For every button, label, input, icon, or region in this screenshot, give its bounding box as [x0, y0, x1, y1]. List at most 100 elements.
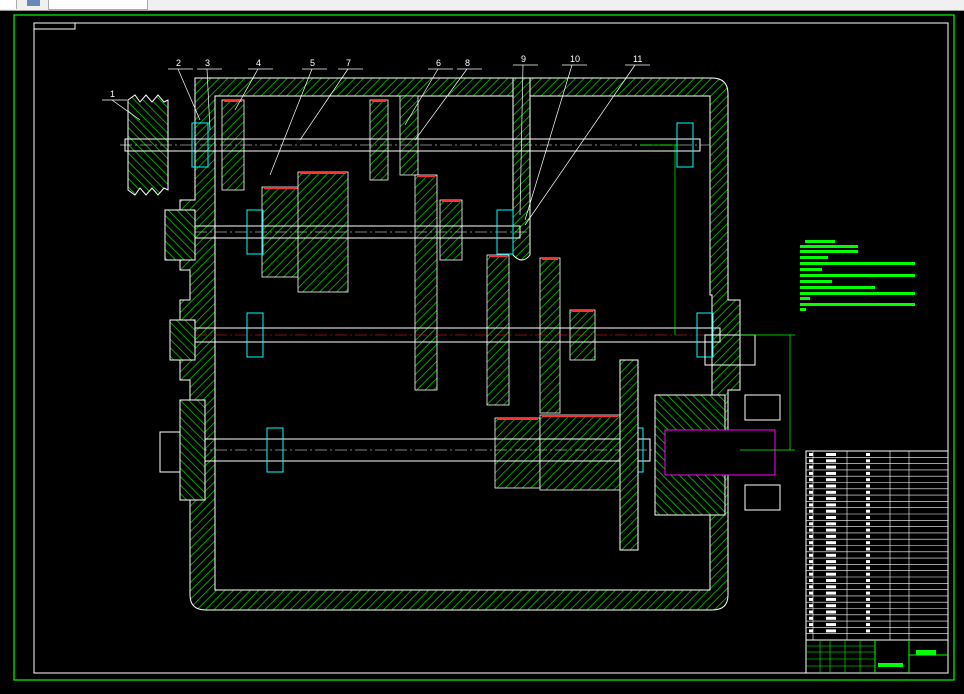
part-number-label: 2	[176, 58, 181, 68]
row-name	[826, 465, 836, 469]
row-number	[809, 610, 813, 614]
note-line	[800, 262, 915, 265]
part-number-label: 7	[346, 58, 351, 68]
row-qty	[866, 566, 870, 570]
row-number	[809, 465, 813, 469]
note-line	[805, 240, 835, 243]
row-number	[809, 579, 813, 582]
layout-icon[interactable]	[27, 0, 40, 6]
row-name	[826, 591, 836, 595]
part-number-label: 6	[436, 58, 441, 68]
row-qty	[866, 560, 870, 564]
row-name	[826, 623, 836, 627]
row-qty	[866, 497, 870, 501]
row-name	[826, 547, 836, 551]
row-name	[826, 484, 836, 488]
row-qty	[866, 478, 870, 482]
note-line	[800, 268, 822, 271]
row-name	[826, 541, 836, 545]
row-name	[826, 616, 836, 620]
note-line	[800, 245, 858, 248]
part-number-label: 4	[256, 58, 261, 68]
row-number	[809, 585, 813, 589]
row-name	[826, 585, 836, 589]
row-name	[826, 509, 836, 513]
gear	[539, 414, 621, 491]
row-qty	[866, 528, 870, 532]
row-number	[809, 560, 813, 564]
row-number	[809, 591, 813, 595]
gear	[494, 417, 541, 489]
row-number	[809, 516, 813, 519]
row-qty	[866, 471, 870, 475]
row-number	[809, 553, 813, 557]
row-number	[809, 509, 813, 513]
row-number	[809, 566, 813, 570]
row-name	[826, 579, 836, 582]
row-qty	[866, 541, 870, 545]
row-qty	[866, 484, 870, 488]
row-number	[809, 471, 813, 475]
row-number	[809, 629, 813, 633]
row-qty	[866, 597, 870, 601]
row-qty	[866, 604, 870, 608]
row-qty	[866, 509, 870, 513]
row-name	[826, 604, 836, 608]
row-qty	[866, 547, 870, 551]
row-number	[809, 490, 813, 494]
row-name	[826, 478, 836, 482]
gear	[486, 254, 510, 406]
note-line	[800, 256, 828, 259]
row-number	[809, 604, 813, 608]
row-name	[826, 560, 836, 564]
row-qty	[866, 490, 870, 494]
row-number	[809, 547, 813, 551]
row-number	[809, 616, 813, 620]
note-line	[800, 250, 858, 253]
part-number-label: 10	[570, 54, 580, 64]
row-name	[826, 497, 836, 501]
row-name	[826, 453, 836, 456]
row-qty	[866, 616, 870, 620]
gear	[439, 199, 463, 261]
drawing-number	[878, 663, 903, 667]
row-name	[826, 572, 836, 576]
note-line	[800, 292, 915, 295]
row-qty	[866, 534, 870, 538]
row-qty	[866, 503, 870, 507]
row-name	[826, 566, 836, 570]
row-qty	[866, 465, 870, 469]
row-qty	[866, 553, 870, 557]
toolbar-field[interactable]	[0, 0, 17, 9]
row-name	[826, 528, 836, 532]
note-line	[800, 274, 915, 277]
spindle-assembly	[159, 209, 781, 551]
part-number-label: 3	[205, 58, 210, 68]
title-block	[805, 450, 949, 674]
row-qty	[866, 591, 870, 595]
drawing-title	[916, 650, 936, 655]
row-number	[809, 541, 813, 545]
row-name	[826, 490, 836, 494]
toolbar-input[interactable]	[48, 0, 148, 10]
row-name	[826, 459, 836, 463]
row-qty	[866, 516, 870, 519]
note-line	[800, 280, 832, 283]
row-name	[826, 610, 836, 614]
row-number	[809, 503, 813, 507]
cad-drawing-canvas[interactable]: 1 2 3 4 5 7 6 8 9 10 11	[0, 11, 964, 694]
row-number	[809, 522, 813, 526]
gear	[369, 99, 389, 181]
row-qty	[866, 453, 870, 456]
row-number	[809, 453, 813, 456]
row-qty	[866, 579, 870, 582]
part-number-label: 5	[310, 58, 315, 68]
code-box	[33, 22, 76, 30]
row-number	[809, 478, 813, 482]
note-line	[800, 303, 915, 306]
row-qty	[866, 585, 870, 589]
row-name	[826, 522, 836, 526]
row-qty	[866, 623, 870, 627]
row-name	[826, 471, 836, 475]
row-qty	[866, 522, 870, 526]
